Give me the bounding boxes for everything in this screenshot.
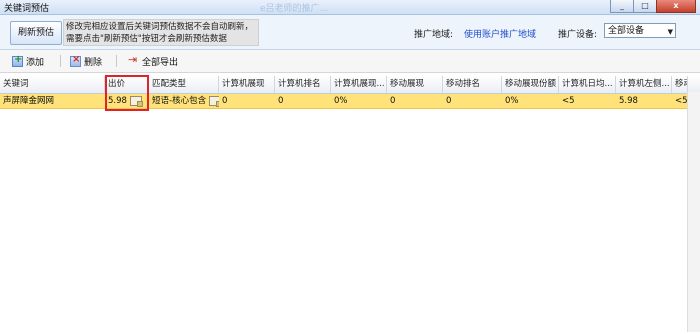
column-header[interactable]: 计算机展现 (219, 76, 275, 93)
window-title: 关键词预估 (4, 4, 50, 14)
table-cell: <5 (562, 96, 575, 106)
add-button[interactable]: 添加 (12, 54, 44, 68)
add-icon (12, 54, 23, 67)
background-window-title: e吕老师的推广... (260, 4, 329, 14)
column-header[interactable]: 计算机排名 (275, 76, 331, 93)
table-cell: 0% (334, 96, 348, 106)
column-header[interactable]: 移动展现 (387, 76, 443, 93)
table-row[interactable]: 声屏障金网网 5.98 短语-核心包含 0 0 0% 0 0 0% <5 5.9… (0, 94, 700, 109)
close-button[interactable]: x (656, 0, 696, 13)
column-header[interactable]: 匹配类型 (149, 76, 219, 93)
export-all-button[interactable]: 全部导出 (128, 53, 179, 68)
window-titlebar: 关键词预估 e吕老师的推广... _ □ x (0, 0, 700, 15)
vertical-scrollbar[interactable] (687, 92, 700, 332)
toolbar-divider (60, 55, 61, 67)
match-type-cell[interactable]: 短语-核心包含 (149, 94, 219, 108)
dropdown-arrow-icon: ▼ (667, 28, 673, 36)
device-select-value: 全部设备 (608, 26, 645, 36)
table-cell: 0 (446, 96, 452, 106)
region-label: 推广地域: (414, 30, 454, 40)
add-label: 添加 (26, 57, 45, 68)
export-label: 全部导出 (142, 57, 179, 68)
delete-label: 删除 (84, 57, 103, 68)
region-link[interactable]: 使用账户推广地域 (464, 27, 536, 40)
column-header[interactable]: 移动 (672, 76, 688, 93)
column-header[interactable]: 关键词 (0, 76, 105, 93)
refresh-estimate-button[interactable]: 刷新预估 (10, 21, 62, 45)
settings-bar: 刷新预估 修改完相应设置后关键词预估数据不会自动刷新， 需要点击"刷新预估"按钮… (0, 15, 700, 50)
maximize-button[interactable]: □ (633, 0, 657, 13)
bid-value: 5.98 (108, 96, 127, 106)
table-cell: <5 (675, 96, 688, 106)
keyword-table: 关键词 出价 匹配类型 计算机展现 计算机排名 计算机展现... 移动展现 移动… (0, 73, 700, 334)
bid-cell[interactable]: 5.98 (105, 94, 149, 108)
column-header[interactable]: 计算机左侧... (616, 76, 672, 93)
table-cell: 0 (390, 96, 396, 106)
table-cell: 0 (278, 96, 284, 106)
keyword-cell: 声屏障金网网 (3, 96, 55, 106)
hint-line-2: 需要点击"刷新预估"按钮才会刷新预估数据 (66, 34, 227, 44)
table-cell: 5.98 (619, 96, 638, 106)
edit-icon[interactable] (129, 95, 143, 107)
delete-icon (70, 54, 81, 67)
column-header[interactable]: 出价 (105, 76, 149, 93)
minimize-button[interactable]: _ (610, 0, 634, 13)
column-header[interactable]: 移动展现份额 (502, 76, 559, 93)
device-label: 推广设备: (558, 30, 598, 40)
device-select[interactable]: 全部设备 ▼ (604, 23, 676, 38)
refresh-hint: 修改完相应设置后关键词预估数据不会自动刷新， 需要点击"刷新预估"按钮才会刷新预… (63, 19, 259, 46)
column-header[interactable]: 计算机日均... (559, 76, 616, 93)
match-type-value: 短语-核心包含 (152, 96, 207, 106)
edit-icon[interactable] (209, 95, 219, 107)
window-controls: _ □ x (610, 0, 696, 13)
delete-button[interactable]: 删除 (70, 54, 102, 68)
column-header[interactable]: 计算机展现... (331, 76, 387, 93)
hint-line-1: 修改完相应设置后关键词预估数据不会自动刷新， (66, 22, 254, 32)
table-header: 关键词 出价 匹配类型 计算机展现 计算机排名 计算机展现... 移动展现 移动… (0, 76, 700, 94)
export-icon (128, 53, 139, 67)
toolbar-divider (116, 55, 117, 67)
column-header[interactable]: 移动排名 (443, 76, 502, 93)
toolbar: 添加 删除 全部导出 (0, 50, 700, 73)
table-cell: 0% (505, 96, 519, 106)
table-cell: 0 (222, 96, 228, 106)
